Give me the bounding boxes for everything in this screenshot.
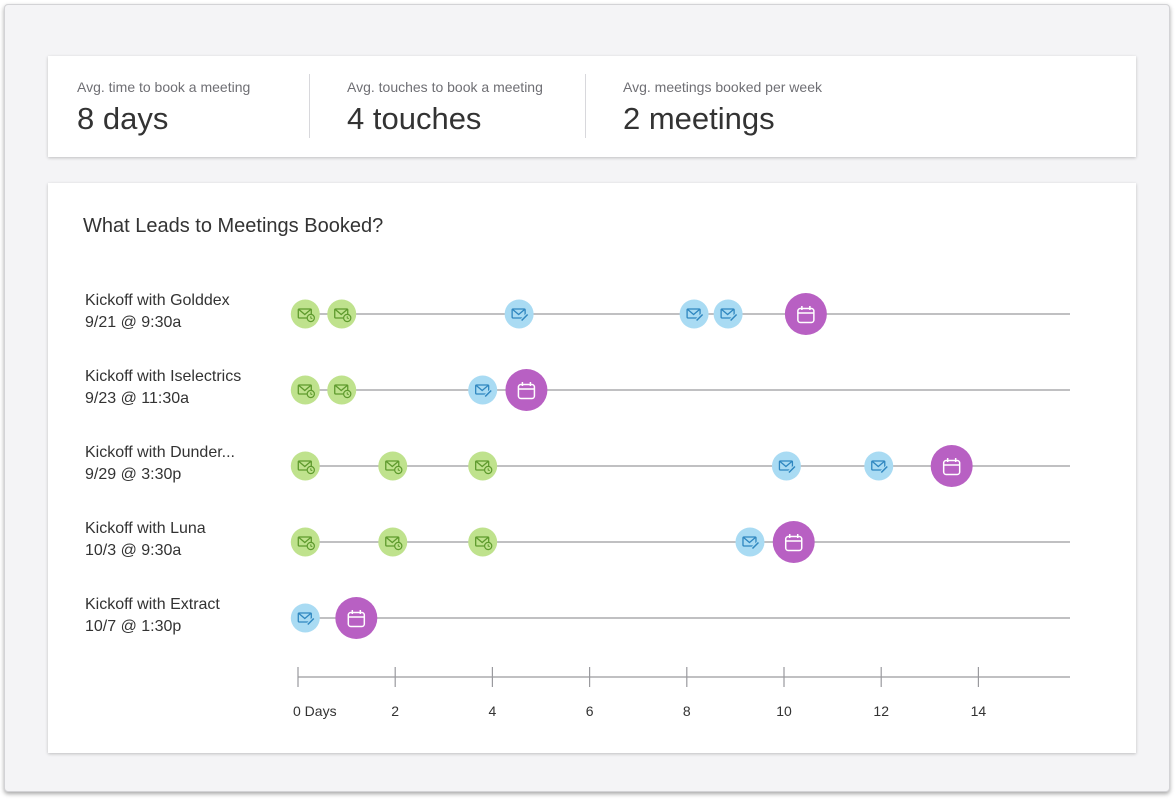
x-axis-tick-label: 0 Days <box>293 703 337 719</box>
email-open-marker[interactable] <box>713 299 743 329</box>
meeting-marker[interactable] <box>505 369 548 411</box>
timeline-row: Kickoff with Iselectrics 9/23 @ 11:30a <box>85 368 1070 411</box>
email-open-marker[interactable] <box>735 527 765 557</box>
x-axis-tick-label: 10 <box>776 703 792 719</box>
email-sent-marker[interactable] <box>290 451 320 481</box>
email-open-marker[interactable] <box>864 451 894 481</box>
stat-label: Avg. meetings booked per week <box>623 79 822 95</box>
stat-divider <box>585 74 586 138</box>
row-meeting-name: Kickoff with Golddex <box>85 292 230 309</box>
row-meeting-time: 9/23 @ 11:30a <box>85 390 189 407</box>
email-open-marker[interactable] <box>679 299 709 329</box>
timeline-row: Kickoff with Luna 10/3 @ 9:30a <box>85 520 1070 563</box>
stat-value: 8 days <box>77 101 169 136</box>
email-open-marker[interactable] <box>771 451 801 481</box>
email-sent-marker[interactable] <box>327 299 357 329</box>
email-sent-marker[interactable] <box>290 299 320 329</box>
row-meeting-name: Kickoff with Extract <box>85 596 220 613</box>
stats-panel: Avg. time to book a meeting 8 days Avg. … <box>48 56 1136 157</box>
stat-value: 4 touches <box>347 101 482 136</box>
stat-label: Avg. touches to book a meeting <box>347 79 543 95</box>
row-meeting-name: Kickoff with Dunder... <box>85 444 235 461</box>
meeting-marker[interactable] <box>930 445 973 487</box>
timeline-row: Kickoff with Golddex 9/21 @ 9:30a <box>85 292 1070 335</box>
row-meeting-time: 10/7 @ 1:30p <box>85 618 181 635</box>
email-open-marker[interactable] <box>290 603 320 633</box>
timeline-row: Kickoff with Dunder... 9/29 @ 3:30p <box>85 444 1070 487</box>
timeline-chart: Kickoff with Golddex9/21 @ 9:30aKickoff … <box>85 292 1070 719</box>
x-axis: 0 Days 2 4 6 8 10 12 14 <box>293 667 1070 719</box>
email-sent-marker[interactable] <box>290 527 320 557</box>
x-axis-tick-label: 14 <box>971 703 987 719</box>
row-meeting-name: Kickoff with Luna <box>85 520 206 537</box>
email-open-marker[interactable] <box>468 375 498 405</box>
email-open-marker[interactable] <box>504 299 534 329</box>
row-meeting-name: Kickoff with Iselectrics <box>85 368 241 385</box>
x-axis-tick-label: 6 <box>586 703 594 719</box>
email-sent-marker[interactable] <box>468 527 498 557</box>
email-sent-marker[interactable] <box>290 375 320 405</box>
email-sent-marker[interactable] <box>378 527 408 557</box>
row-meeting-time: 9/21 @ 9:30a <box>85 314 181 331</box>
email-sent-marker[interactable] <box>378 451 408 481</box>
row-meeting-time: 9/29 @ 3:30p <box>85 466 181 483</box>
x-axis-tick-label: 4 <box>489 703 497 719</box>
meeting-marker[interactable] <box>335 597 378 639</box>
stat-label: Avg. time to book a meeting <box>77 79 251 95</box>
window-frame: Avg. time to book a meeting 8 days Avg. … <box>4 4 1170 792</box>
meeting-marker[interactable] <box>784 293 827 335</box>
timeline-panel: What Leads to Meetings Booked? Kickoff w… <box>48 183 1136 753</box>
email-sent-marker[interactable] <box>468 451 498 481</box>
stat-value: 2 meetings <box>623 101 775 136</box>
meeting-marker[interactable] <box>772 521 815 563</box>
stat-divider <box>309 74 310 138</box>
x-axis-tick-label: 2 <box>391 703 399 719</box>
row-meeting-time: 10/3 @ 9:30a <box>85 542 181 559</box>
x-axis-tick-label: 12 <box>873 703 889 719</box>
email-sent-marker[interactable] <box>327 375 357 405</box>
timeline-row: Kickoff with Extract 10/7 @ 1:30p <box>85 596 1070 639</box>
x-axis-tick-label: 8 <box>683 703 691 719</box>
